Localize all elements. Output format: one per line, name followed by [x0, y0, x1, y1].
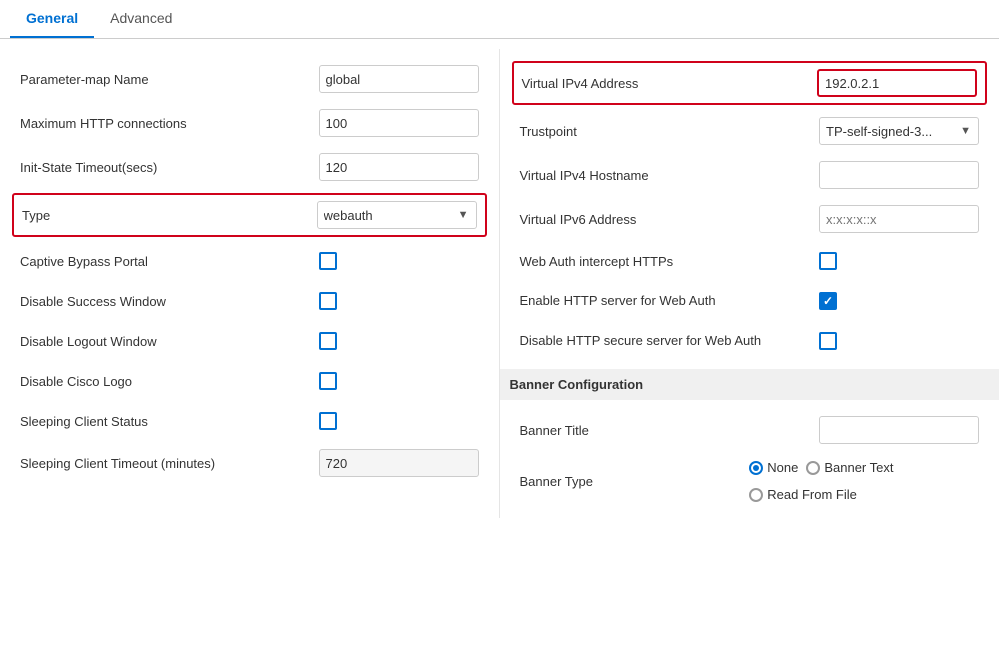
type-control: webauth consent webconsent ▼	[317, 201, 477, 229]
banner-type-row: Banner Type None Banner Text Read From F…	[520, 452, 980, 510]
max-http-control	[319, 109, 479, 137]
sleeping-client-status-checkbox-wrapper	[319, 412, 479, 430]
sleeping-timeout-input[interactable]	[319, 449, 479, 477]
captive-bypass-label: Captive Bypass Portal	[20, 254, 319, 269]
right-panel: Virtual IPv4 Address Trustpoint TP-self-…	[500, 49, 999, 518]
disable-success-label: Disable Success Window	[20, 294, 319, 309]
captive-bypass-checkbox-wrapper	[319, 252, 479, 270]
web-auth-intercept-checkbox-wrapper	[819, 252, 979, 270]
virtual-ipv6-control	[819, 205, 979, 233]
sleeping-timeout-label: Sleeping Client Timeout (minutes)	[20, 456, 319, 471]
disable-http-secure-checkbox-wrapper	[819, 332, 979, 350]
enable-http-server-checkbox[interactable]	[819, 292, 837, 310]
virtual-ipv4-hostname-control	[819, 161, 979, 189]
param-map-name-input[interactable]	[319, 65, 479, 93]
disable-cisco-logo-label: Disable Cisco Logo	[20, 374, 319, 389]
banner-type-none[interactable]: None	[749, 460, 798, 475]
disable-http-secure-label: Disable HTTP secure server for Web Auth	[520, 332, 820, 350]
param-map-name-row: Parameter-map Name	[20, 57, 479, 101]
disable-cisco-logo-row: Disable Cisco Logo	[20, 361, 479, 401]
trustpoint-control: TP-self-signed-3... ▼	[819, 117, 979, 145]
main-content: Parameter-map Name Maximum HTTP connecti…	[0, 39, 999, 528]
virtual-ipv4-label: Virtual IPv4 Address	[522, 76, 818, 91]
init-state-input[interactable]	[319, 153, 479, 181]
banner-type-none-radio[interactable]	[749, 461, 763, 475]
banner-type-banner-text[interactable]: Banner Text	[806, 460, 893, 475]
virtual-ipv4-row: Virtual IPv4 Address	[512, 61, 988, 105]
banner-type-read-from-file-radio[interactable]	[749, 488, 763, 502]
disable-success-checkbox-wrapper	[319, 292, 479, 310]
virtual-ipv4-control	[817, 69, 977, 97]
banner-title-label: Banner Title	[520, 423, 820, 438]
sleeping-timeout-row: Sleeping Client Timeout (minutes)	[20, 441, 479, 485]
disable-http-secure-row: Disable HTTP secure server for Web Auth	[520, 321, 980, 361]
tab-advanced[interactable]: Advanced	[94, 0, 188, 38]
disable-logout-checkbox[interactable]	[319, 332, 337, 350]
trustpoint-row: Trustpoint TP-self-signed-3... ▼	[520, 109, 980, 153]
virtual-ipv4-hostname-input[interactable]	[819, 161, 979, 189]
max-http-label: Maximum HTTP connections	[20, 116, 319, 131]
banner-config-header: Banner Configuration	[500, 369, 999, 400]
sleeping-client-status-row: Sleeping Client Status	[20, 401, 479, 441]
banner-type-banner-text-label: Banner Text	[824, 460, 893, 475]
param-map-name-control	[319, 65, 479, 93]
trustpoint-label: Trustpoint	[520, 124, 820, 139]
banner-type-options: None Banner Text Read From File	[749, 460, 979, 502]
trustpoint-select[interactable]: TP-self-signed-3...	[819, 117, 979, 145]
captive-bypass-checkbox[interactable]	[319, 252, 337, 270]
enable-http-server-row: Enable HTTP server for Web Auth	[520, 281, 980, 321]
virtual-ipv6-label: Virtual IPv6 Address	[520, 212, 820, 227]
disable-http-secure-checkbox[interactable]	[819, 332, 837, 350]
type-select[interactable]: webauth consent webconsent	[317, 201, 477, 229]
disable-cisco-logo-checkbox[interactable]	[319, 372, 337, 390]
init-state-control	[319, 153, 479, 181]
web-auth-intercept-label: Web Auth intercept HTTPs	[520, 254, 820, 269]
web-auth-intercept-checkbox[interactable]	[819, 252, 837, 270]
captive-bypass-row: Captive Bypass Portal	[20, 241, 479, 281]
init-state-label: Init-State Timeout(secs)	[20, 160, 319, 175]
virtual-ipv4-hostname-label: Virtual IPv4 Hostname	[520, 168, 820, 183]
init-state-row: Init-State Timeout(secs)	[20, 145, 479, 189]
max-http-row: Maximum HTTP connections	[20, 101, 479, 145]
tab-general[interactable]: General	[10, 0, 94, 38]
sleeping-client-status-checkbox[interactable]	[319, 412, 337, 430]
banner-title-input[interactable]	[819, 416, 979, 444]
disable-logout-label: Disable Logout Window	[20, 334, 319, 349]
disable-success-row: Disable Success Window	[20, 281, 479, 321]
banner-type-read-row: Read From File	[749, 487, 979, 502]
tabs-container: General Advanced	[0, 0, 999, 39]
banner-type-label: Banner Type	[520, 474, 750, 489]
enable-http-server-checkbox-wrapper	[819, 292, 979, 310]
virtual-ipv6-input[interactable]	[819, 205, 979, 233]
banner-type-banner-text-radio[interactable]	[806, 461, 820, 475]
banner-type-read-from-file[interactable]: Read From File	[749, 487, 857, 502]
virtual-ipv4-hostname-row: Virtual IPv4 Hostname	[520, 153, 980, 197]
disable-cisco-logo-checkbox-wrapper	[319, 372, 479, 390]
disable-success-checkbox[interactable]	[319, 292, 337, 310]
left-panel: Parameter-map Name Maximum HTTP connecti…	[0, 49, 500, 518]
enable-http-server-label: Enable HTTP server for Web Auth	[520, 292, 820, 310]
type-label: Type	[22, 208, 317, 223]
virtual-ipv4-input[interactable]	[817, 69, 977, 97]
disable-logout-row: Disable Logout Window	[20, 321, 479, 361]
sleeping-client-status-label: Sleeping Client Status	[20, 414, 319, 429]
banner-title-row: Banner Title	[520, 408, 980, 452]
disable-logout-checkbox-wrapper	[319, 332, 479, 350]
type-row: Type webauth consent webconsent ▼	[12, 193, 487, 237]
virtual-ipv6-row: Virtual IPv6 Address	[520, 197, 980, 241]
banner-title-control	[819, 416, 979, 444]
param-map-name-label: Parameter-map Name	[20, 72, 319, 87]
banner-type-read-from-file-label: Read From File	[767, 487, 857, 502]
web-auth-intercept-row: Web Auth intercept HTTPs	[520, 241, 980, 281]
banner-type-none-label: None	[767, 460, 798, 475]
sleeping-timeout-control	[319, 449, 479, 477]
max-http-input[interactable]	[319, 109, 479, 137]
